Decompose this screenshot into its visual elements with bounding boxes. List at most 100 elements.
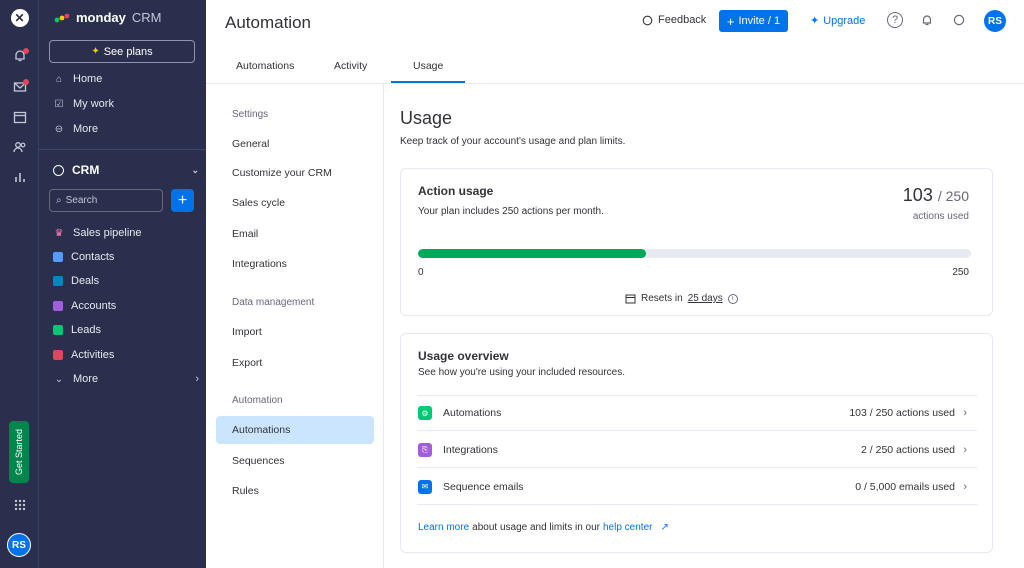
sidebar-divider: [39, 149, 206, 150]
invite-button[interactable]: + Invite / 1: [719, 10, 788, 32]
sidebar-item-contacts[interactable]: Contacts: [53, 247, 199, 267]
overview-row-label: Sequence emails: [443, 480, 524, 493]
sidebar-item-accounts[interactable]: Accounts: [53, 296, 199, 316]
monday-logo-icon[interactable]: ✕: [0, 8, 39, 28]
action-usage-subtitle: Your plan includes 250 actions per month…: [418, 206, 604, 217]
sparkle-icon: ✦: [810, 15, 820, 27]
nav-item-export[interactable]: Export: [232, 357, 262, 369]
usage-progress-bar: [418, 249, 971, 258]
main-content: Usage Keep track of your account's usage…: [384, 84, 1024, 568]
sidebar-item-my-work[interactable]: ☑ My work: [53, 94, 199, 114]
nav-item-integrations[interactable]: Integrations: [232, 258, 287, 270]
brand-name: monday: [76, 10, 126, 25]
settings-nav: Settings General Customize your CRM Sale…: [206, 84, 384, 568]
more-circle-icon: ⊖: [54, 123, 64, 135]
nav-heading-automation: Automation: [232, 395, 283, 406]
user-avatar[interactable]: RS: [7, 533, 31, 557]
chevron-right-icon: ›: [195, 373, 199, 385]
brand[interactable]: monday CRM: [54, 10, 161, 25]
sidebar-item-sales-pipeline[interactable]: ♛ Sales pipeline: [53, 223, 199, 243]
overview-row-automations[interactable]: ⚙ Automations 103 / 250 actions used ›: [417, 395, 977, 431]
chart-icon[interactable]: [0, 167, 39, 187]
sidebar-item-label: Accounts: [71, 300, 117, 312]
nav-item-sequences[interactable]: Sequences: [232, 455, 285, 467]
add-item-button[interactable]: +: [171, 189, 194, 212]
overview-row-value: 103 / 250 actions used: [849, 407, 955, 419]
nav-item-customize-crm[interactable]: Customize your CRM: [232, 167, 332, 179]
tab-activity[interactable]: Activity: [334, 60, 367, 72]
home-icon: ⌂: [55, 73, 63, 85]
sidebar-item-label: My work: [73, 98, 114, 110]
get-started-button[interactable]: Get Started: [9, 421, 29, 483]
sidebar-item-more[interactable]: ⌄ More ›: [53, 369, 199, 389]
usage-used: 103: [902, 185, 933, 205]
bell-icon[interactable]: [919, 12, 935, 28]
learn-more-link[interactable]: Learn more: [418, 522, 469, 533]
sidebar: monday CRM ✦ See plans ⌂ Home ☑ My work …: [39, 0, 206, 568]
notifications-icon[interactable]: [0, 46, 39, 66]
nav-item-rules[interactable]: Rules: [232, 485, 259, 497]
nav-item-general[interactable]: General: [232, 138, 269, 150]
external-link-icon[interactable]: ↗: [660, 522, 668, 533]
reset-prefix: Resets in: [641, 293, 683, 304]
user-avatar[interactable]: RS: [984, 10, 1006, 32]
sidebar-item-activities[interactable]: Activities: [53, 345, 199, 365]
inbox-icon[interactable]: [0, 77, 39, 97]
info-icon[interactable]: i: [727, 293, 738, 304]
sidebar-item-label: Contacts: [71, 251, 115, 263]
chevron-down-icon: ⌄: [54, 373, 64, 385]
overview-row-sequence-emails[interactable]: ✉ Sequence emails 0 / 5,000 emails used …: [417, 469, 977, 505]
action-usage-title: Action usage: [418, 184, 494, 198]
tab-usage[interactable]: Usage: [413, 60, 443, 72]
brand-product: CRM: [131, 10, 162, 25]
active-tab-indicator: [391, 81, 465, 83]
sidebar-item-more-top[interactable]: ⊖ More: [53, 119, 199, 139]
deals-icon: [53, 276, 63, 286]
reset-days: 25 days: [687, 293, 723, 304]
upgrade-label: Upgrade: [823, 14, 866, 27]
checkbox-icon: ☑: [54, 98, 64, 110]
progress-min: 0: [418, 267, 424, 278]
workspace-icon: [53, 164, 64, 176]
overview-row-value: 0 / 5,000 emails used: [855, 480, 955, 493]
plus-icon: +: [726, 13, 735, 29]
page-title: Automation: [225, 13, 311, 32]
sidebar-search-input[interactable]: ⌕ Search: [49, 189, 163, 212]
sidebar-item-home[interactable]: ⌂ Home: [53, 69, 199, 89]
progress-max: 250: [952, 267, 969, 278]
usage-title: Usage: [400, 108, 453, 128]
help-icon[interactable]: ?: [887, 12, 903, 28]
nav-item-import[interactable]: Import: [232, 326, 262, 338]
nav-item-automations[interactable]: Automations: [232, 424, 290, 436]
calendar-icon[interactable]: [0, 107, 39, 127]
monday-logo-icon: [54, 13, 70, 22]
sidebar-item-deals[interactable]: Deals: [53, 271, 199, 291]
nav-item-sales-cycle[interactable]: Sales cycle: [232, 197, 285, 209]
accounts-icon: [53, 301, 63, 311]
feedback-button[interactable]: Feedback: [642, 14, 706, 26]
tab-automations[interactable]: Automations: [236, 60, 294, 72]
usage-progress-fill: [418, 249, 646, 258]
nav-item-email[interactable]: Email: [232, 228, 258, 240]
people-icon[interactable]: [0, 137, 39, 157]
invite-label: Invite / 1: [738, 15, 781, 27]
upgrade-button[interactable]: ✦ Upgrade: [810, 14, 866, 28]
actions-used-label: actions used: [912, 211, 969, 222]
see-plans-button[interactable]: ✦ See plans: [49, 40, 195, 63]
chat-icon[interactable]: [951, 12, 967, 28]
sidebar-item-label: Deals: [71, 275, 100, 287]
search-placeholder: Search: [65, 195, 98, 206]
usage-count: 103 / 250: [903, 185, 969, 206]
workspace-selector[interactable]: CRM ⌄: [53, 160, 199, 180]
email-icon: ✉: [418, 479, 432, 494]
tab-bar: Automations Activity Usage: [206, 50, 1024, 84]
overview-row-integrations[interactable]: ⎘ Integrations 2 / 250 actions used ›: [417, 432, 977, 468]
overview-row-label: Integrations: [443, 443, 498, 456]
usage-subtitle: Keep track of your account's usage and p…: [400, 136, 626, 147]
nav-heading-settings: Settings: [232, 109, 269, 120]
nav-heading-data-management: Data management: [232, 297, 315, 308]
left-rail: ✕ Get Started RS: [0, 0, 39, 568]
apps-grid-icon[interactable]: [0, 496, 39, 514]
sidebar-item-leads[interactable]: Leads: [53, 320, 199, 340]
help-center-link[interactable]: help center: [603, 522, 652, 533]
